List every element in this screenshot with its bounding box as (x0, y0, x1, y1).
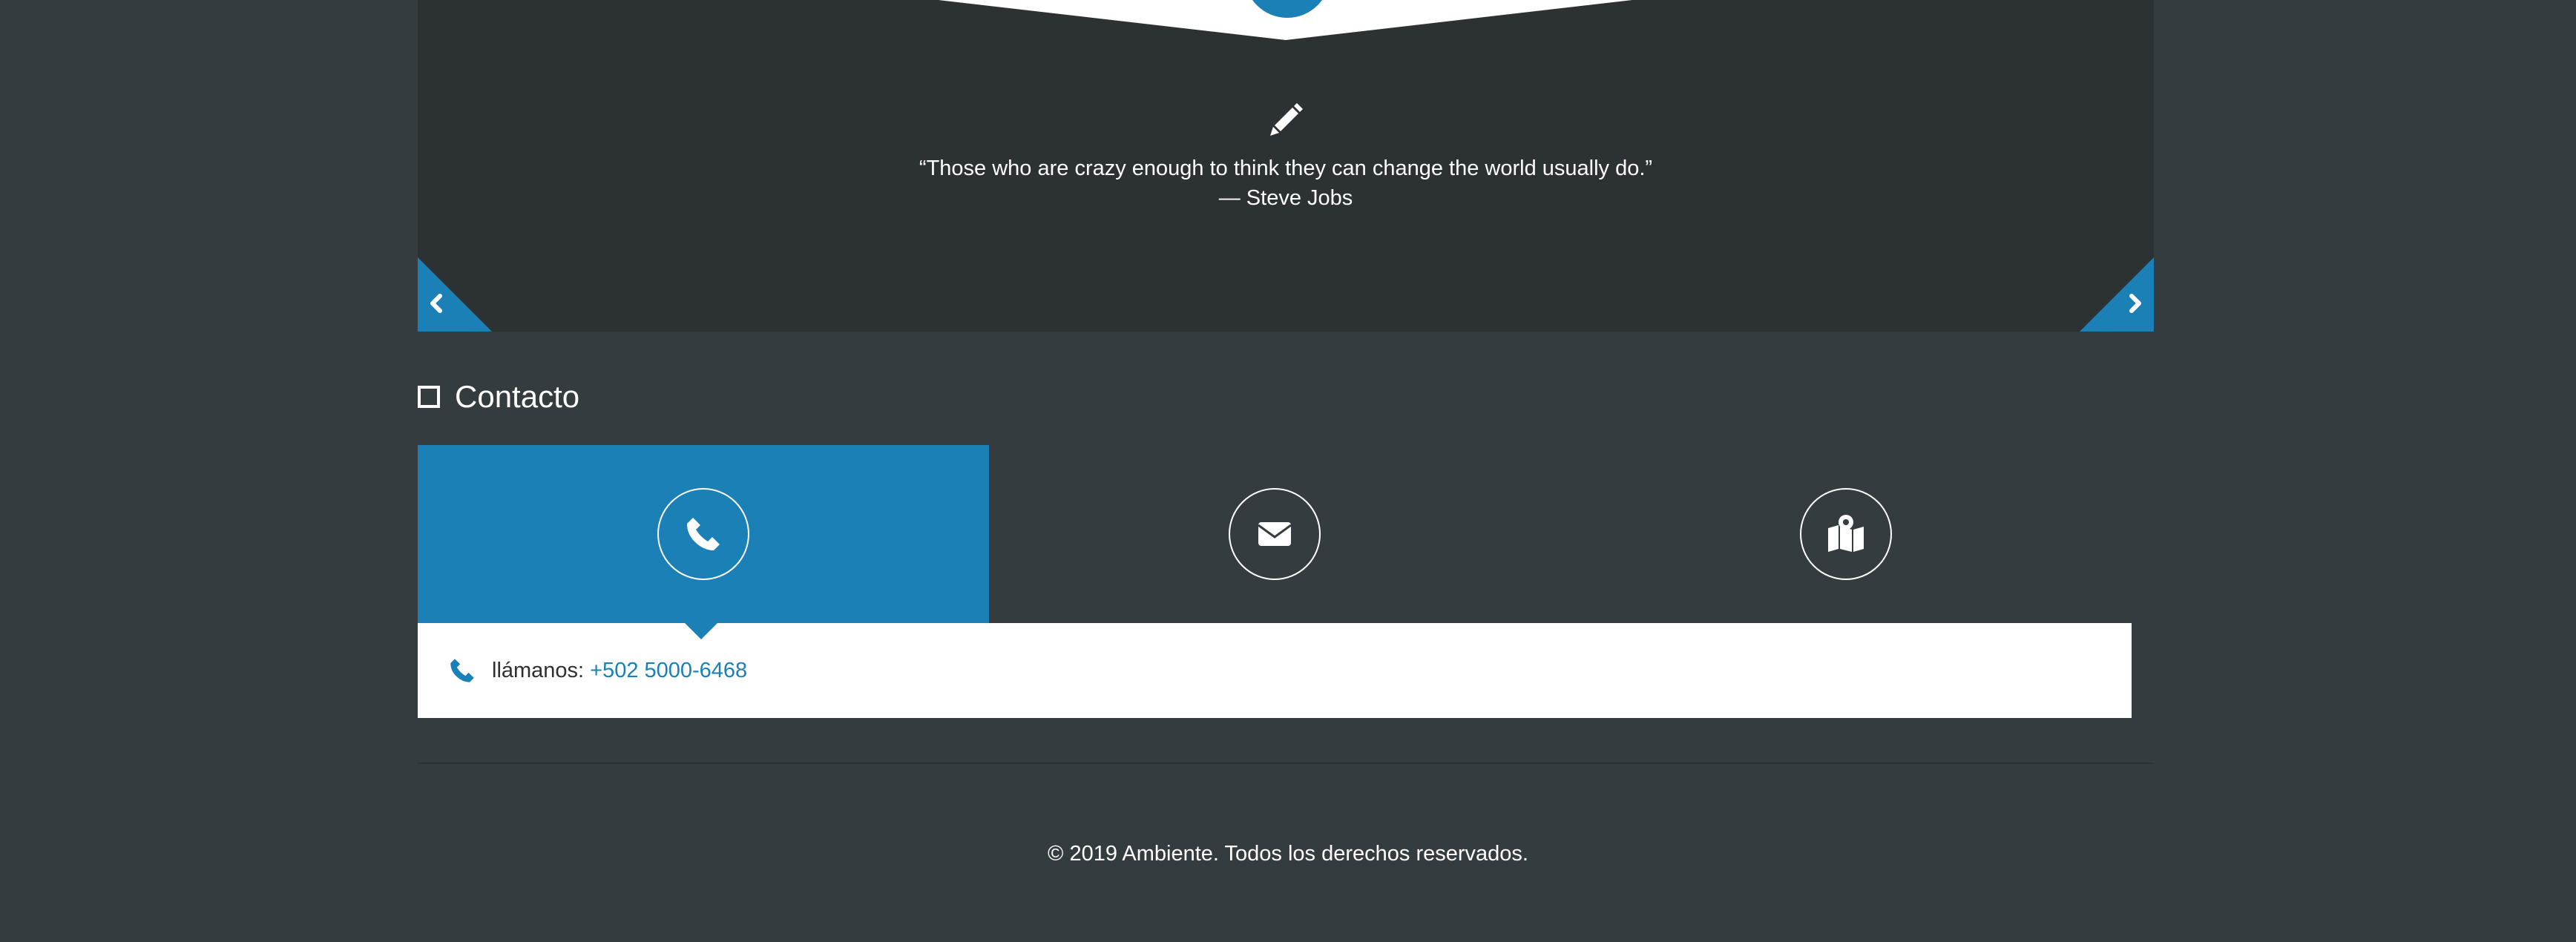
footer-copyright: © 2019 Ambiente. Todos los derechos rese… (1048, 842, 1528, 866)
slider-next-button[interactable] (2080, 257, 2154, 332)
tab-email[interactable] (989, 445, 1560, 623)
pencil-icon (1270, 103, 1303, 136)
testimonial-quote: “Those who are crazy enough to think the… (919, 157, 1653, 180)
phone-icon (687, 518, 720, 550)
page: “Those who are crazy enough to think the… (0, 0, 2576, 942)
square-icon (418, 386, 440, 408)
phone-icon (450, 659, 474, 682)
slider-prev-button[interactable] (418, 257, 492, 332)
section-title: Contacto (455, 379, 580, 414)
tab-phone-circle (657, 488, 749, 580)
map-icon (1828, 515, 1864, 552)
contact-tabs (418, 445, 2132, 639)
tab-phone[interactable] (418, 445, 989, 639)
tab-map-circle (1800, 488, 1892, 580)
tab-map[interactable] (1560, 445, 2132, 623)
testimonial-author: — Steve Jobs (1218, 186, 1353, 210)
section-header: Contacto (418, 378, 579, 415)
phone-link[interactable]: +502 5000-6468 (590, 659, 747, 683)
phone-label: llámanos: (492, 658, 585, 682)
contact-panel: llámanos: +502 5000-6468 (418, 623, 2132, 718)
tab-email-circle (1229, 488, 1321, 580)
envelope-icon (1258, 522, 1292, 546)
footer-divider (418, 763, 2154, 764)
testimonial-slider: “Those who are crazy enough to think the… (418, 0, 2154, 332)
active-tab-arrow (685, 623, 717, 639)
